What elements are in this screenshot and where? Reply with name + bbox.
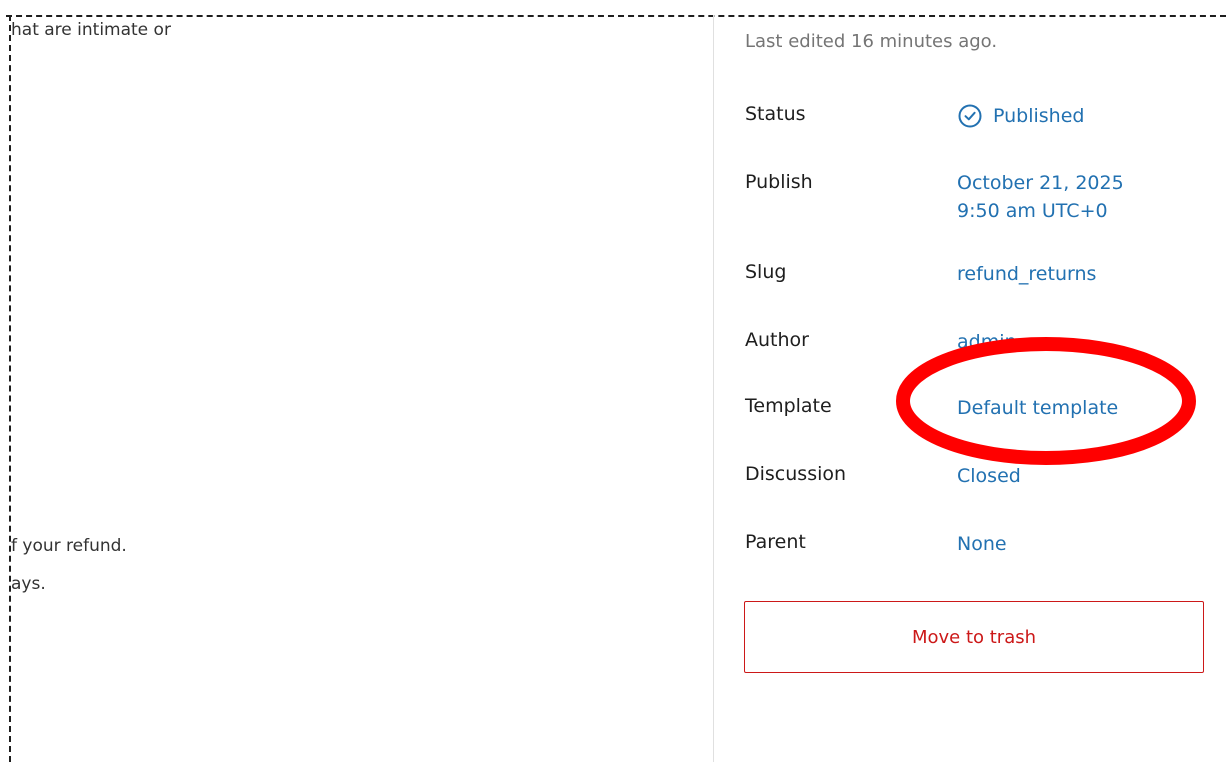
- post-settings-sidebar: Last edited 16 minutes ago. Status Publi…: [714, 0, 1226, 762]
- publish-label: Publish: [745, 171, 813, 193]
- publish-date-button[interactable]: October 21, 2025 9:50 am UTC+0: [957, 169, 1124, 225]
- status-label: Status: [745, 103, 806, 125]
- status-value-text: Published: [993, 105, 1085, 127]
- template-value-button[interactable]: Default template: [957, 394, 1118, 422]
- editor-canvas[interactable]: hat are intimate or f your refund. ays.: [0, 0, 713, 762]
- author-value-button[interactable]: admin: [957, 328, 1017, 356]
- content-text-line[interactable]: hat are intimate or: [11, 20, 171, 40]
- slug-value-button[interactable]: refund_returns: [957, 260, 1096, 288]
- content-text-line[interactable]: f your refund.: [11, 536, 127, 556]
- parent-label: Parent: [745, 531, 806, 553]
- content-text-line[interactable]: ays.: [11, 574, 46, 594]
- slug-label: Slug: [745, 261, 787, 283]
- publish-date-text: October 21, 2025: [957, 172, 1124, 194]
- check-circle-icon: [958, 104, 982, 128]
- discussion-label: Discussion: [745, 463, 847, 485]
- last-edited-text: Last edited 16 minutes ago.: [745, 31, 998, 52]
- status-value-button[interactable]: Published: [957, 102, 1084, 130]
- parent-value-button[interactable]: None: [957, 530, 1007, 558]
- template-label: Template: [745, 395, 832, 417]
- author-label: Author: [745, 329, 809, 351]
- discussion-value-button[interactable]: Closed: [957, 462, 1021, 490]
- publish-time-text: 9:50 am UTC+0: [957, 200, 1108, 222]
- block-outline-left: [9, 15, 11, 762]
- move-to-trash-button[interactable]: Move to trash: [744, 601, 1204, 673]
